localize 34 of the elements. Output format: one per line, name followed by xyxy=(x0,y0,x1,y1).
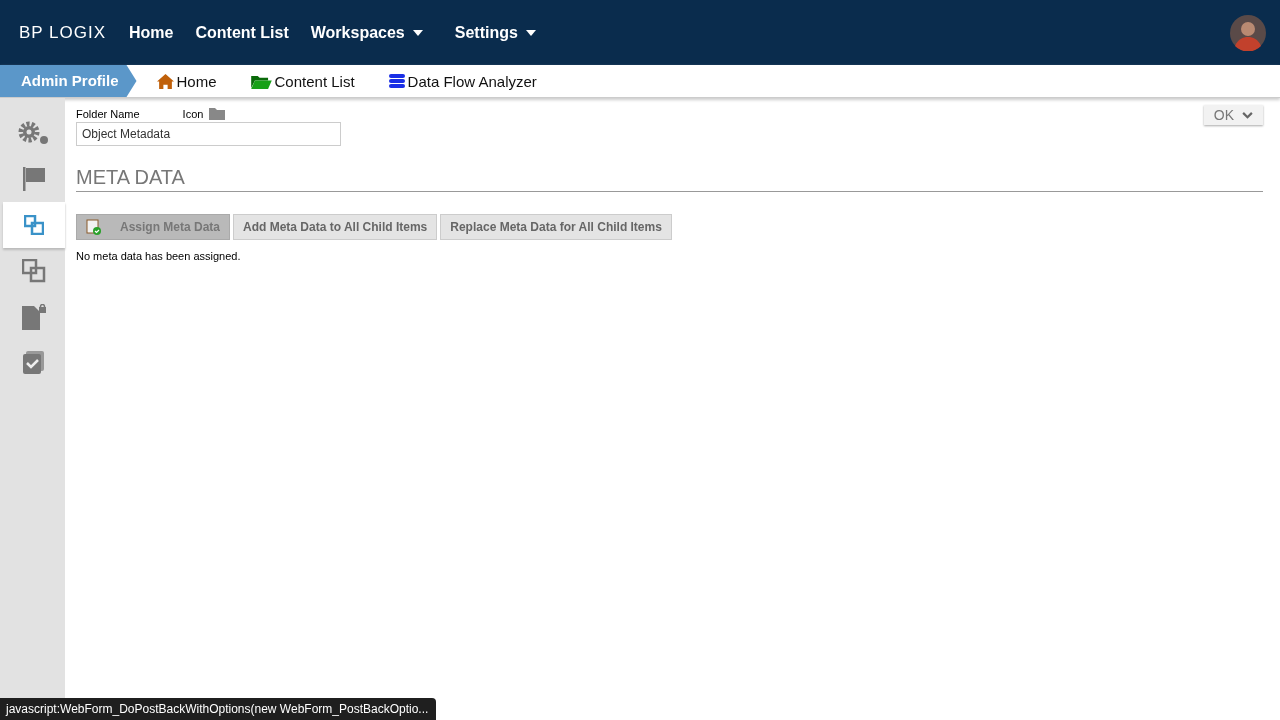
section-title: META DATA xyxy=(76,166,1263,192)
folder-icon xyxy=(250,73,272,89)
icon-label: Icon xyxy=(182,108,204,120)
chevron-icon xyxy=(1242,111,1253,119)
nav-link[interactable]: Home xyxy=(129,23,174,42)
folder-icon[interactable] xyxy=(209,108,226,120)
logo[interactable]: BP LOGIX xyxy=(19,22,129,43)
avatar[interactable] xyxy=(1230,14,1266,51)
empty-message: No meta data has been assigned. xyxy=(76,250,242,262)
caret-icon xyxy=(412,29,423,36)
caret-icon xyxy=(525,29,536,36)
overlap-squares-icon xyxy=(22,259,46,283)
overlap-squares-icon xyxy=(24,215,44,235)
flag-icon xyxy=(23,167,45,191)
status-url: javascript:WebForm_DoPostBackWithOptions(new WebForm_PostBackOptio... xyxy=(0,698,437,720)
folder-name-label: Folder Name xyxy=(76,108,140,120)
database-icon xyxy=(388,73,405,89)
sidebar-tab[interactable] xyxy=(3,202,65,248)
breadcrumb-link[interactable]: Content List xyxy=(250,72,355,90)
nav-link[interactable]: Workspaces xyxy=(310,23,423,42)
nav-link[interactable]: Settings xyxy=(454,23,536,42)
breadcrumb-label: Home xyxy=(176,72,217,90)
clipboard-check-icon xyxy=(86,219,102,235)
action-button[interactable]: Replace Meta Data for All Child Items xyxy=(440,214,672,240)
locked-file-icon xyxy=(21,304,47,330)
checklist-icon xyxy=(22,351,46,375)
nav-link[interactable]: Content List xyxy=(195,23,289,42)
folder-name-field[interactable]: Object Metadata xyxy=(76,122,341,146)
gears-icon xyxy=(17,120,51,146)
breadcrumb-link[interactable]: Home xyxy=(156,72,217,90)
home-icon xyxy=(156,72,174,90)
action-button[interactable]: Add Meta Data to All Child Items xyxy=(233,214,438,240)
breadcrumb-label: Content List xyxy=(274,72,355,90)
ok-button[interactable]: OK xyxy=(1203,105,1263,125)
